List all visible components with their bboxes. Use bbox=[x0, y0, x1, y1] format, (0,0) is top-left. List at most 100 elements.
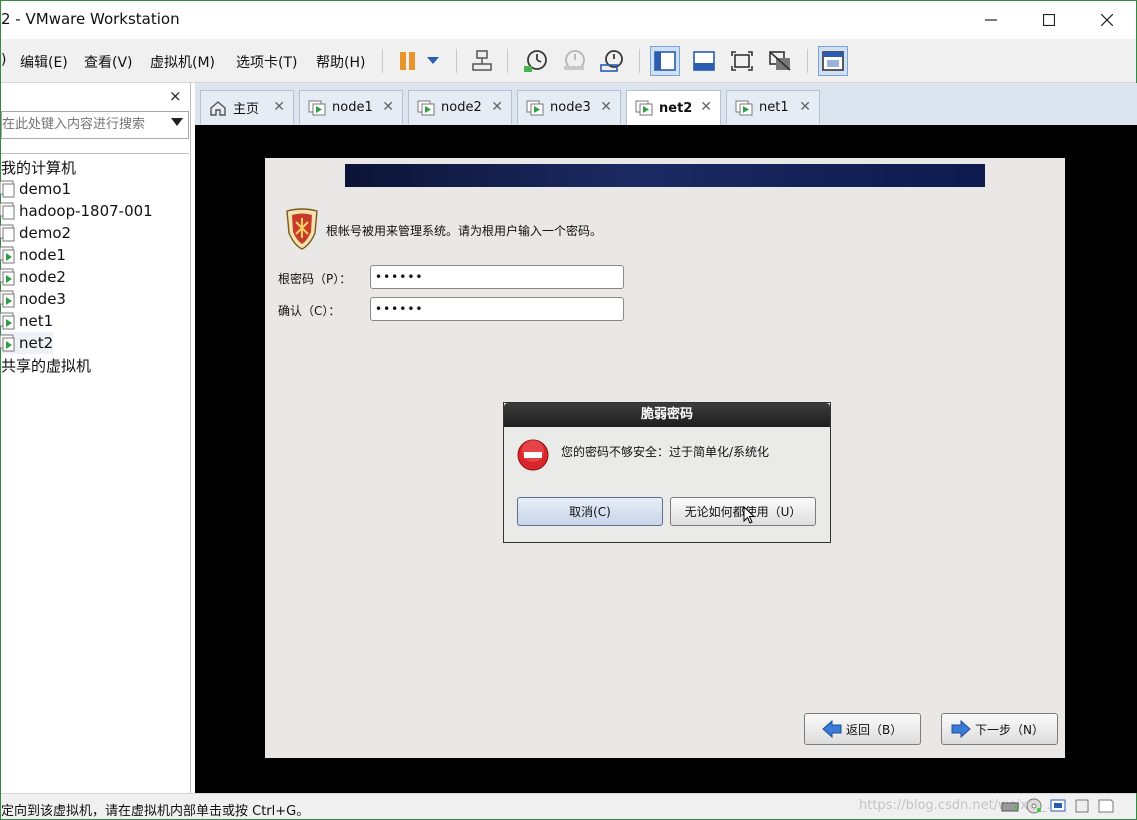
network-adapter-icon[interactable] bbox=[1049, 798, 1067, 814]
snapshot-manager-button[interactable] bbox=[597, 46, 627, 76]
library-close-button[interactable]: × bbox=[169, 87, 182, 105]
tree-item-hadoop[interactable]: hadoop-1807-001 bbox=[0, 200, 153, 222]
console-view-button[interactable] bbox=[818, 46, 848, 76]
tree-item-demo1[interactable]: demo1 bbox=[0, 178, 71, 200]
menu-tabs[interactable]: 选项卡(T) bbox=[236, 52, 297, 72]
tab-node2[interactable]: node2 ✕ bbox=[408, 90, 512, 124]
network-icon bbox=[472, 50, 492, 71]
tab-close-icon[interactable]: ✕ bbox=[491, 99, 503, 115]
arrow-right-icon bbox=[951, 720, 971, 738]
tab-close-icon[interactable]: ✕ bbox=[700, 99, 712, 115]
thumbnail-icon bbox=[693, 51, 715, 71]
toolbar-separator bbox=[456, 49, 457, 73]
chevron-down-icon bbox=[427, 57, 439, 64]
close-icon bbox=[1101, 14, 1113, 26]
running-vm-icon bbox=[0, 290, 15, 308]
menu-vm[interactable]: 虚拟机(M) bbox=[150, 52, 215, 72]
vm-icon bbox=[0, 180, 15, 198]
window-title: 2 - VMware Workstation bbox=[1, 10, 180, 28]
status-text: 定向到该虚拟机，请在虚拟机内部单击或按 Ctrl+G。 bbox=[1, 804, 310, 819]
back-button[interactable]: 返回（B） bbox=[804, 713, 921, 745]
status-bar: 定向到该虚拟机，请在虚拟机内部单击或按 Ctrl+G。 https://blog… bbox=[1, 793, 1136, 819]
tree-item-my-computer[interactable]: 我的计算机 bbox=[1, 156, 76, 178]
mouse-cursor-icon bbox=[743, 506, 755, 524]
unity-button[interactable] bbox=[765, 46, 795, 76]
vm-console[interactable]: 根帐号被用来管理系统。请为根用户输入一个密码。 根密码（P）： •••••• 确… bbox=[195, 125, 1137, 793]
pause-button[interactable] bbox=[393, 46, 423, 76]
dialog-title: 脆弱密码 bbox=[504, 403, 830, 427]
tab-label: node3 bbox=[550, 100, 591, 115]
usb-icon[interactable] bbox=[1073, 798, 1091, 814]
maximize-icon bbox=[1043, 14, 1055, 26]
tree-item-demo2[interactable]: demo2 bbox=[0, 222, 72, 244]
tree-item-net2[interactable]: net2 bbox=[0, 332, 54, 354]
maximize-button[interactable] bbox=[1020, 1, 1078, 39]
hard-disk-icon[interactable] bbox=[1001, 798, 1019, 814]
menu-view[interactable]: 查看(V) bbox=[84, 52, 133, 72]
fullscreen-icon bbox=[731, 51, 753, 71]
tree-item-node1[interactable]: node1 bbox=[0, 244, 66, 266]
thumbnail-bar-button[interactable] bbox=[689, 46, 719, 76]
vm-icon bbox=[308, 100, 326, 115]
tab-close-icon[interactable]: ✕ bbox=[382, 99, 394, 115]
tab-node3[interactable]: node3 ✕ bbox=[517, 90, 621, 124]
running-vm-icon bbox=[0, 268, 15, 286]
power-dropdown-button[interactable] bbox=[421, 46, 445, 76]
tree-item-label: node3 bbox=[19, 290, 66, 308]
tab-label: node2 bbox=[441, 100, 482, 115]
library-search bbox=[1, 111, 189, 139]
tree-item-node2[interactable]: node2 bbox=[0, 266, 66, 288]
vm-icon bbox=[417, 100, 435, 115]
tab-home[interactable]: 主页 ✕ bbox=[200, 90, 294, 124]
tree-root-label: 我的计算机 bbox=[1, 158, 77, 177]
tree-item-label: node2 bbox=[19, 268, 66, 286]
toolbar-separator bbox=[382, 49, 383, 73]
tree-item-net1[interactable]: net1 bbox=[0, 310, 54, 332]
running-vm-icon bbox=[0, 246, 15, 264]
show-library-button[interactable] bbox=[650, 46, 680, 76]
search-input[interactable] bbox=[2, 112, 162, 136]
tree-item-node3[interactable]: node3 bbox=[0, 288, 66, 310]
vm-icon bbox=[735, 100, 753, 115]
tab-label: net1 bbox=[759, 100, 789, 115]
search-dropdown-icon[interactable] bbox=[171, 118, 183, 126]
tree-item-label: demo2 bbox=[19, 224, 72, 242]
tab-close-icon[interactable]: ✕ bbox=[799, 99, 811, 115]
root-password-prompt: 根帐号被用来管理系统。请为根用户输入一个密码。 bbox=[326, 224, 603, 238]
arrow-left-icon bbox=[822, 720, 842, 738]
tree-item-label: hadoop-1807-001 bbox=[19, 202, 153, 220]
tab-net1[interactable]: net1 ✕ bbox=[726, 90, 820, 124]
confirm-password-label: 确认（C）： bbox=[278, 304, 341, 318]
tab-node1[interactable]: node1 ✕ bbox=[299, 90, 403, 124]
message-log-icon[interactable] bbox=[1097, 798, 1115, 814]
unity-icon bbox=[769, 51, 791, 71]
minimize-button[interactable] bbox=[962, 1, 1020, 39]
installer-banner bbox=[345, 164, 985, 187]
vm-icon bbox=[0, 224, 15, 242]
next-button[interactable]: 下一步（N） bbox=[941, 713, 1058, 745]
menu-edit[interactable]: 编辑(E) bbox=[20, 52, 68, 72]
tab-net2[interactable]: net2 ✕ bbox=[626, 90, 721, 125]
tree-item-shared[interactable]: 共享的虚拟机 bbox=[1, 354, 91, 376]
root-password-label: 根密码（P）： bbox=[278, 272, 352, 286]
error-icon bbox=[517, 439, 549, 471]
close-window-button[interactable] bbox=[1078, 1, 1136, 39]
tab-close-icon[interactable]: ✕ bbox=[600, 99, 612, 115]
confirm-password-field[interactable]: •••••• bbox=[370, 297, 624, 321]
running-vm-icon bbox=[0, 312, 15, 330]
revert-snapshot-button[interactable] bbox=[559, 46, 589, 76]
cd-drive-icon[interactable] bbox=[1025, 798, 1043, 814]
tab-close-icon[interactable]: ✕ bbox=[273, 99, 285, 115]
snapshot-button[interactable] bbox=[521, 46, 551, 76]
full-screen-button[interactable] bbox=[727, 46, 757, 76]
menu-help[interactable]: 帮助(H) bbox=[316, 52, 365, 72]
root-password-field[interactable]: •••••• bbox=[370, 265, 624, 289]
tree-item-label: net1 bbox=[19, 312, 54, 330]
toolbar-separator bbox=[507, 49, 508, 73]
menu-file-fragment[interactable]: ) bbox=[1, 52, 6, 68]
pause-icon bbox=[400, 52, 415, 70]
running-vm-icon bbox=[0, 334, 15, 352]
cancel-button[interactable]: 取消(C) bbox=[517, 497, 663, 526]
send-ctrl-alt-del-button[interactable] bbox=[467, 46, 497, 76]
snapshot-manager-icon bbox=[600, 50, 623, 72]
